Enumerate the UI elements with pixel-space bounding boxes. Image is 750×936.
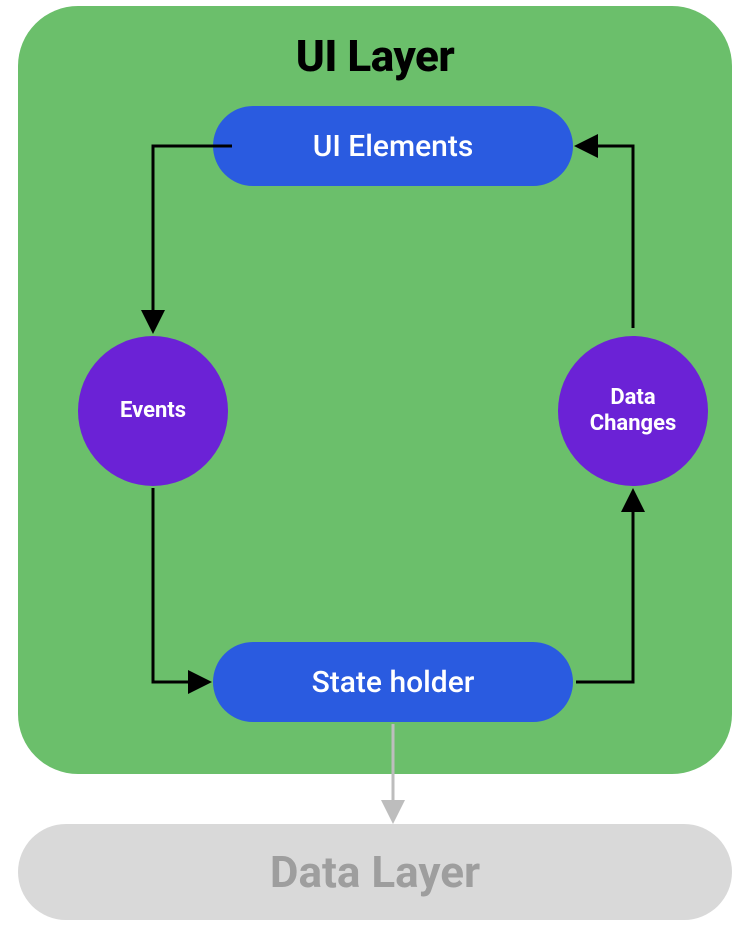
ui-elements-node: UI Elements bbox=[213, 106, 573, 186]
data-changes-node: Data Changes bbox=[558, 336, 708, 486]
events-node: Events bbox=[78, 336, 228, 486]
events-label: Events bbox=[120, 398, 186, 424]
ui-elements-label: UI Elements bbox=[313, 129, 474, 164]
state-holder-label: State holder bbox=[312, 665, 475, 700]
architecture-diagram: UI Layer UI Elements Events Data Changes… bbox=[0, 0, 750, 936]
state-holder-node: State holder bbox=[213, 642, 573, 722]
data-changes-label: Data Changes bbox=[590, 385, 677, 438]
ui-layer-container: UI Layer UI Elements Events Data Changes… bbox=[18, 6, 732, 774]
ui-layer-title: UI Layer bbox=[18, 30, 732, 82]
data-layer-container: Data Layer bbox=[18, 824, 732, 920]
data-layer-label: Data Layer bbox=[270, 846, 480, 898]
